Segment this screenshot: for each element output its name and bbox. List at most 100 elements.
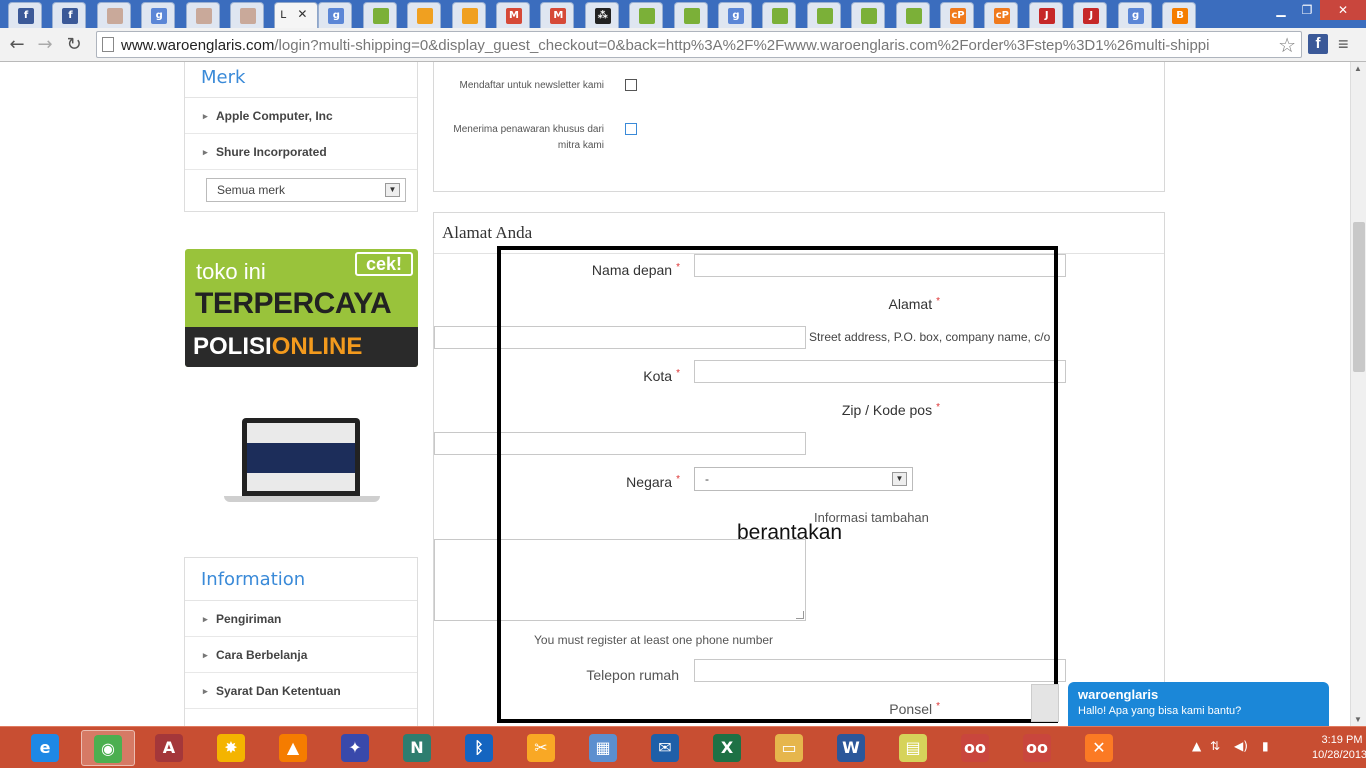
- tab[interactable]: [230, 2, 264, 28]
- tab[interactable]: [407, 2, 442, 28]
- trust-banner[interactable]: toko ini cek! TERPERCAYA POLISIONLINE: [185, 249, 418, 367]
- scroll-thumb[interactable]: [1353, 222, 1365, 372]
- tab[interactable]: ⁂: [584, 2, 619, 28]
- tab[interactable]: g: [718, 2, 752, 28]
- info-item[interactable]: Syarat Dan Ketentuan: [185, 673, 417, 709]
- tab[interactable]: J: [1073, 2, 1108, 28]
- annotation-box: [497, 246, 1058, 723]
- taskbar-app-button[interactable]: e: [19, 730, 73, 766]
- tray-expand-icon[interactable]: ▲: [1192, 739, 1201, 753]
- network-icon[interactable]: ▮: [1262, 739, 1269, 753]
- taskbar-app-button[interactable]: ✕: [1073, 730, 1127, 766]
- window-controls: ▁ ❐ ✕: [1268, 0, 1366, 20]
- newsletter-checkbox[interactable]: [625, 79, 637, 91]
- offers-checkbox[interactable]: [625, 123, 637, 135]
- taskbar-app-button[interactable]: ▤: [887, 730, 941, 766]
- cpanel-icon: cP: [950, 8, 966, 24]
- chat-widget[interactable]: waroenglaris Hallo! Apa yang bisa kami b…: [1068, 682, 1329, 726]
- tab[interactable]: [185, 2, 220, 28]
- facebook-icon: f: [18, 8, 34, 24]
- tab[interactable]: [96, 2, 131, 28]
- facebook-extension-icon[interactable]: f: [1308, 34, 1328, 54]
- tab-strip: f f g L ✕ g M M ⁂ g cP cP J Jg B: [0, 0, 1366, 28]
- excel-icon: X: [713, 734, 741, 762]
- xampp-icon: ✕: [1085, 734, 1113, 762]
- tab[interactable]: [451, 2, 486, 28]
- forward-button[interactable]: →: [34, 34, 56, 56]
- bookmark-star-icon[interactable]: ☆: [1278, 33, 1296, 58]
- volume-icon[interactable]: ◀): [1234, 739, 1248, 753]
- address-bar[interactable]: www.waroenglaris.com/login?multi-shippin…: [96, 31, 1302, 58]
- scroll-up-icon[interactable]: ▲: [1354, 64, 1362, 73]
- taskbar-app-button[interactable]: oo: [1011, 730, 1065, 766]
- taskbar-app-button[interactable]: ◉: [81, 730, 135, 766]
- banner-badge: cek!: [355, 252, 413, 276]
- taskbar-app-button[interactable]: ▦: [577, 730, 631, 766]
- url-text[interactable]: www.waroenglaris.com/login?multi-shippin…: [121, 37, 1271, 54]
- tab[interactable]: g: [318, 2, 353, 28]
- menu-icon[interactable]: ≡: [1338, 34, 1356, 55]
- tab-active[interactable]: L ✕: [274, 2, 319, 28]
- taskbar-app-button[interactable]: A: [143, 730, 197, 766]
- tab[interactable]: [629, 2, 664, 28]
- chat-avatar[interactable]: [1031, 684, 1059, 722]
- info-item[interactable]: Cara Berbelanja: [185, 637, 417, 673]
- reload-button[interactable]: ↻: [63, 34, 85, 56]
- media-icon: ✸: [217, 734, 245, 762]
- taskbar-app-button[interactable]: ▭: [763, 730, 817, 766]
- scroll-down-icon[interactable]: ▼: [1354, 715, 1362, 724]
- taskbar-app-button[interactable]: ✸: [205, 730, 259, 766]
- tab[interactable]: cP: [940, 2, 974, 28]
- taskbar-app-button[interactable]: ᛒ: [453, 730, 507, 766]
- tab[interactable]: M: [496, 2, 530, 28]
- tab[interactable]: [673, 2, 708, 28]
- shop-icon: [683, 8, 700, 24]
- tab[interactable]: [806, 2, 841, 28]
- tab[interactable]: cP: [984, 2, 1019, 28]
- clock-time[interactable]: 3:19 PM: [1320, 734, 1364, 746]
- banner-text: toko ini: [196, 259, 266, 284]
- brand-select[interactable]: Semua merk ▼: [206, 178, 406, 202]
- tab[interactable]: [851, 2, 886, 28]
- info-item[interactable]: Pengiriman: [185, 601, 417, 637]
- brands-list: Apple Computer, Inc Shure Incorporated: [185, 98, 417, 170]
- tab[interactable]: g: [1117, 2, 1152, 28]
- blackberry-icon: ⁂: [594, 8, 611, 24]
- taskbar-app-button[interactable]: N: [391, 730, 445, 766]
- ie-icon: e: [31, 734, 59, 762]
- laptop-image[interactable]: [224, 418, 380, 504]
- sync-icon[interactable]: ⇅: [1210, 739, 1220, 753]
- taskbar-app-button[interactable]: ✂: [515, 730, 569, 766]
- vertical-scrollbar[interactable]: ▲ ▼: [1350, 62, 1366, 726]
- tab[interactable]: f: [52, 2, 87, 28]
- tab[interactable]: B: [1162, 2, 1196, 28]
- tab[interactable]: M: [540, 2, 575, 28]
- taskbar-app-button[interactable]: ▲: [267, 730, 321, 766]
- close-window-button[interactable]: ✕: [1320, 0, 1366, 20]
- taskbar-app-button[interactable]: oo: [949, 730, 1003, 766]
- taskbar-app-button[interactable]: ✦: [329, 730, 383, 766]
- word-icon: W: [837, 734, 865, 762]
- information-list: Pengiriman Cara Berbelanja Syarat Dan Ke…: [185, 601, 417, 709]
- back-button[interactable]: ←: [6, 34, 28, 56]
- taskbar-app-button[interactable]: ✉: [639, 730, 693, 766]
- thunderbird-icon: ✉: [651, 734, 679, 762]
- taskbar-app-button[interactable]: X: [701, 730, 755, 766]
- chrome-icon: ◉: [94, 735, 122, 763]
- folder-icon: ▭: [775, 734, 803, 762]
- clock-date[interactable]: 10/28/2013: [1312, 749, 1366, 761]
- restore-button[interactable]: ❐: [1294, 0, 1320, 20]
- tab[interactable]: f: [8, 2, 42, 28]
- brand-item[interactable]: Shure Incorporated: [185, 134, 417, 170]
- tab[interactable]: J: [1028, 2, 1063, 28]
- minimize-button[interactable]: ▁: [1268, 0, 1294, 20]
- chat-name: waroenglaris: [1078, 687, 1159, 702]
- brand-item[interactable]: Apple Computer, Inc: [185, 98, 417, 134]
- shop-icon: [905, 8, 922, 24]
- tab[interactable]: g: [141, 2, 176, 28]
- tab[interactable]: [362, 2, 397, 28]
- tab[interactable]: [895, 2, 930, 28]
- close-tab-icon[interactable]: ✕: [297, 7, 307, 21]
- tab[interactable]: [762, 2, 797, 28]
- taskbar-app-button[interactable]: W: [825, 730, 879, 766]
